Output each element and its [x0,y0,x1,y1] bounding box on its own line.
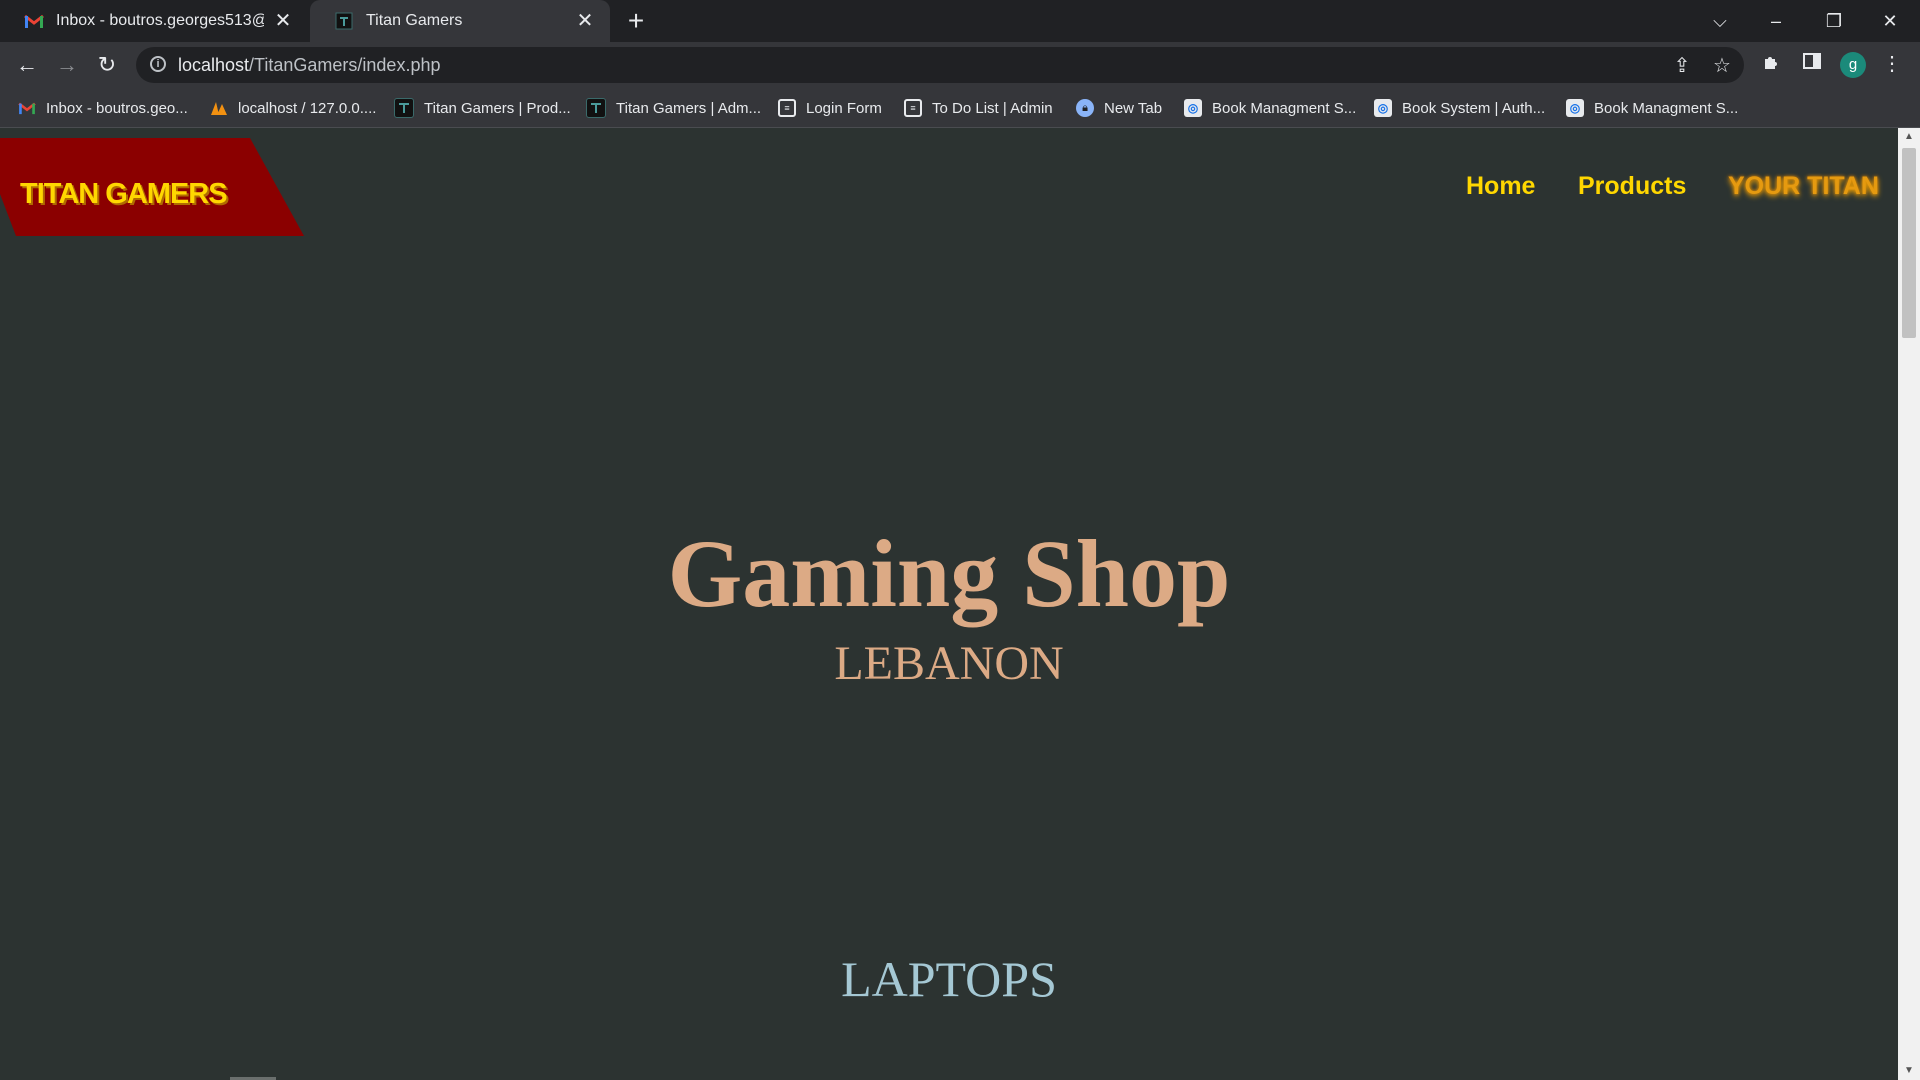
gmail-icon [24,11,44,31]
bookmark-label: localhost / 127.0.0.... [238,99,377,117]
bookmarks-bar: Inbox - boutros.geo... localhost / 127.0… [0,88,1920,128]
side-panel-icon[interactable] [1800,52,1824,76]
hero-subtitle: LEBANON [834,637,1064,690]
browser-tab-bar: Inbox - boutros.georges513@gmail.com ✕ T… [0,0,1920,42]
nav-products-link[interactable]: Products [1578,172,1686,201]
scroll-up-arrow-icon[interactable]: ▲ [1898,128,1920,146]
tab-title: Inbox - boutros.georges513@gmail.com [56,12,264,29]
page-viewport: TITAN GAMERS Home Products YOUR TITAN Ga… [0,128,1898,1080]
bookmark-label: Titan Gamers | Prod... [424,99,571,117]
scrollbar-thumb[interactable] [1902,148,1916,338]
tab-titan-gamers[interactable]: Titan Gamers ✕ [310,0,610,42]
bookmark-label: Titan Gamers | Adm... [616,99,762,117]
reload-icon[interactable]: ↻ [92,50,122,80]
lock-globe-icon: 🔒︎ [1076,99,1094,117]
url-text[interactable]: localhost/TitanGamers/index.php [178,55,440,76]
address-bar[interactable]: i localhost/TitanGamers/index.php ⇪ ☆ [136,47,1744,83]
document-icon: ≡ [778,99,796,117]
bookmark-label: Login Form [806,99,882,117]
bookmark-item[interactable]: ◎ Book Managment S... [1566,96,1738,120]
restore-button[interactable]: ❐ [1814,6,1854,36]
gmail-icon [18,99,36,117]
close-icon[interactable]: ✕ [574,10,596,32]
bookmark-item[interactable]: Titan Gamers | Adm... [586,96,761,120]
bookmark-label: Inbox - boutros.geo... [46,99,188,117]
browser-toolbar: ← → ↻ i localhost/TitanGamers/index.php … [0,42,1920,88]
share-icon[interactable]: ⇪ [1670,55,1694,77]
titan-favicon [586,98,606,118]
close-icon[interactable]: ✕ [272,10,294,32]
star-icon[interactable]: ☆ [1710,55,1734,77]
bookmark-item[interactable]: localhost / 127.0.0.... [210,96,376,120]
bookmark-label: Book Managment S... [1212,99,1357,117]
phpmyadmin-icon [210,99,228,117]
bookmark-item[interactable]: ◎ Book System | Auth... [1374,96,1545,120]
bookmark-item[interactable]: ◎ Book Managment S... [1184,96,1356,120]
vertical-scrollbar[interactable]: ▲ ▼ [1898,128,1920,1080]
bookmark-label: To Do List | Admin [932,99,1053,117]
book-system-icon: ◎ [1566,99,1584,117]
titan-favicon [394,98,414,118]
logo-banner[interactable]: TITAN GAMERS [0,138,304,236]
hero-title: Gaming Shop [667,520,1231,627]
nav-your-titan-link[interactable]: YOUR TITAN [1728,172,1879,201]
tab-search-icon[interactable]: ⌵ [1700,6,1740,36]
profile-avatar[interactable]: g [1840,52,1866,78]
site-info-icon[interactable]: i [150,56,166,72]
section-title-laptops: LAPTOPS [841,951,1057,1007]
bookmark-item[interactable]: Titan Gamers | Prod... [394,96,571,120]
bookmark-label: Book System | Auth... [1402,99,1546,117]
tab-title: Titan Gamers [366,12,463,29]
minimize-button[interactable]: – [1756,6,1796,36]
tab-inbox[interactable]: Inbox - boutros.georges513@gmail.com ✕ [0,0,308,42]
menu-kebab-icon[interactable]: ⋮ [1880,52,1904,76]
extensions-icon[interactable] [1760,52,1784,76]
site-logo[interactable]: TITAN GAMERS [20,178,228,211]
document-icon: ≡ [904,99,922,117]
bookmark-label: New Tab [1104,99,1163,117]
close-window-button[interactable]: ✕ [1870,6,1910,36]
bookmark-label: Book Managment S... [1594,99,1739,117]
titan-favicon [334,11,354,31]
bookmark-item[interactable]: ≡ Login Form [778,96,882,120]
bookmark-item[interactable]: ≡ To Do List | Admin [904,96,1053,120]
book-system-icon: ◎ [1184,99,1202,117]
back-icon[interactable]: ← [12,50,42,80]
nav-home-link[interactable]: Home [1466,172,1535,201]
bookmark-item[interactable]: Inbox - boutros.geo... [18,96,188,120]
scroll-down-arrow-icon[interactable]: ▼ [1898,1062,1920,1080]
forward-icon[interactable]: → [52,50,82,80]
bookmark-item[interactable]: 🔒︎ New Tab [1076,96,1162,120]
book-system-icon: ◎ [1374,99,1392,117]
new-tab-button[interactable]: + [622,7,650,36]
